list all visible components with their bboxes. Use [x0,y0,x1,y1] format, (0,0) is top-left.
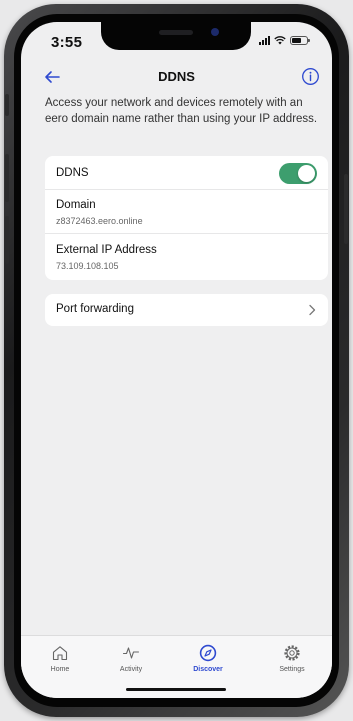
info-icon[interactable] [301,67,320,86]
compass-icon [199,644,217,662]
ddns-settings-card: DDNS Domain z8372463.eero.online Externa… [45,156,328,280]
home-indicator[interactable] [126,688,226,691]
pulse-icon [122,647,140,659]
speaker-grille [159,30,193,35]
app-screen: 3:55 DDNS Access your network and device… [21,22,332,698]
gear-icon [284,645,300,661]
tab-settings[interactable]: Settings [264,644,320,673]
ddns-toggle-row: DDNS [45,156,328,190]
ddns-toggle[interactable] [279,163,317,184]
toggle-knob [298,165,315,182]
domain-value: z8372463.eero.online [56,216,143,226]
tab-home-label: Home [50,666,70,673]
external-ip-label: External IP Address [56,244,157,256]
tab-settings-label: Settings [279,666,305,673]
tab-activity[interactable]: Activity [103,644,159,673]
port-forwarding-row[interactable]: Port forwarding [45,294,328,326]
wifi-icon [274,36,286,45]
domain-row: Domain z8372463.eero.online [45,190,328,234]
nav-header: DDNS [21,64,332,94]
battery-icon [290,36,310,45]
notch [101,22,251,50]
chevron-right-icon [309,304,316,316]
ddns-label: DDNS [56,167,89,179]
home-icon [52,646,68,661]
intro-description: Access your network and devices remotely… [45,97,318,125]
mute-switch [5,94,9,116]
domain-label: Domain [56,199,96,211]
tab-activity-label: Activity [119,666,143,673]
volume-down-button [5,216,9,264]
external-ip-value: 73.109.108.105 [56,261,119,271]
status-bar: 3:55 [21,22,332,66]
cellular-signal-icon [259,36,270,45]
port-forwarding-label: Port forwarding [56,303,134,315]
status-time: 3:55 [51,34,83,51]
tab-discover-label: Discover [193,666,223,673]
power-button [344,174,348,244]
page-title: DDNS [158,69,195,84]
volume-up-button [5,154,9,202]
tab-home[interactable]: Home [32,644,88,673]
status-icons [259,36,310,45]
front-camera [211,28,219,36]
external-ip-row: External IP Address 73.109.108.105 [45,234,328,280]
tab-discover[interactable]: Discover [180,644,236,673]
bottom-tab-bar: Home Activity Discover Settings [21,635,332,698]
